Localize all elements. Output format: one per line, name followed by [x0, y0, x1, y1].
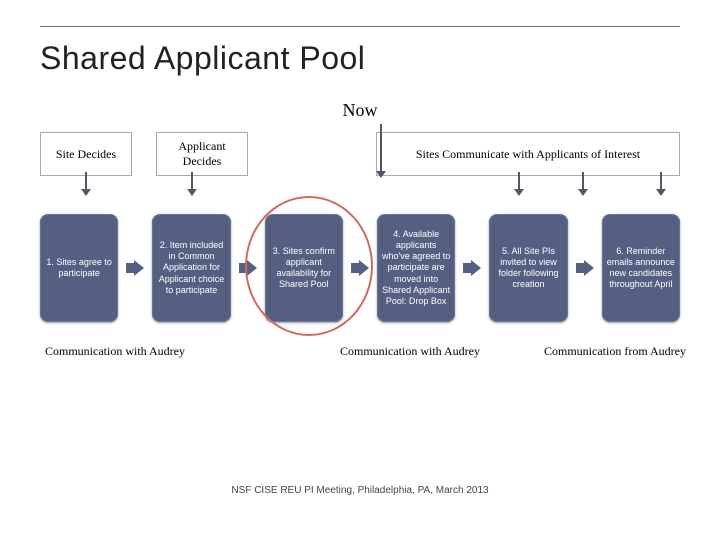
footer-text: NSF CISE REU PI Meeting, Philadelphia, P… — [0, 485, 720, 496]
label-comm-audrey-2: Communication with Audrey — [335, 344, 485, 360]
step-5: 5. All Site PIs invited to view folder f… — [489, 214, 567, 322]
now-label: Now — [0, 100, 720, 121]
step-6: 6. Reminder emails announce new candidat… — [602, 214, 680, 322]
arrow-right-icon — [576, 260, 594, 276]
header-row: Site Decides Applicant Decides Sites Com… — [40, 132, 680, 176]
arrow-down-icon — [191, 172, 193, 190]
steps-row: 1. Sites agree to participate 2. Item in… — [40, 214, 680, 322]
arrow-right-icon — [126, 260, 144, 276]
step-1: 1. Sites agree to participate — [40, 214, 118, 322]
step-2: 2. Item included in Common Application f… — [152, 214, 230, 322]
label-comm-audrey-1: Communication with Audrey — [40, 344, 190, 360]
arrow-right-icon — [463, 260, 481, 276]
header-sites-communicate: Sites Communicate with Applicants of Int… — [376, 132, 680, 176]
page-title: Shared Applicant Pool — [40, 40, 365, 77]
arrow-right-icon — [351, 260, 369, 276]
arrow-right-icon — [239, 260, 257, 276]
arrow-down-icon — [660, 172, 662, 190]
arrow-down-icon — [518, 172, 520, 190]
step-4: 4. Available applicants who've agreed to… — [377, 214, 455, 322]
arrow-down-icon — [85, 172, 87, 190]
arrow-down-icon — [582, 172, 584, 190]
arrow-down-icon — [380, 124, 382, 172]
header-site-decides: Site Decides — [40, 132, 132, 176]
bottom-labels: Communication with Audrey Communication … — [40, 344, 680, 360]
step-3: 3. Sites confirm applicant availability … — [265, 214, 343, 322]
label-comm-from-audrey: Communication from Audrey — [540, 344, 690, 360]
top-divider — [40, 26, 680, 27]
header-applicant-decides: Applicant Decides — [156, 132, 248, 176]
